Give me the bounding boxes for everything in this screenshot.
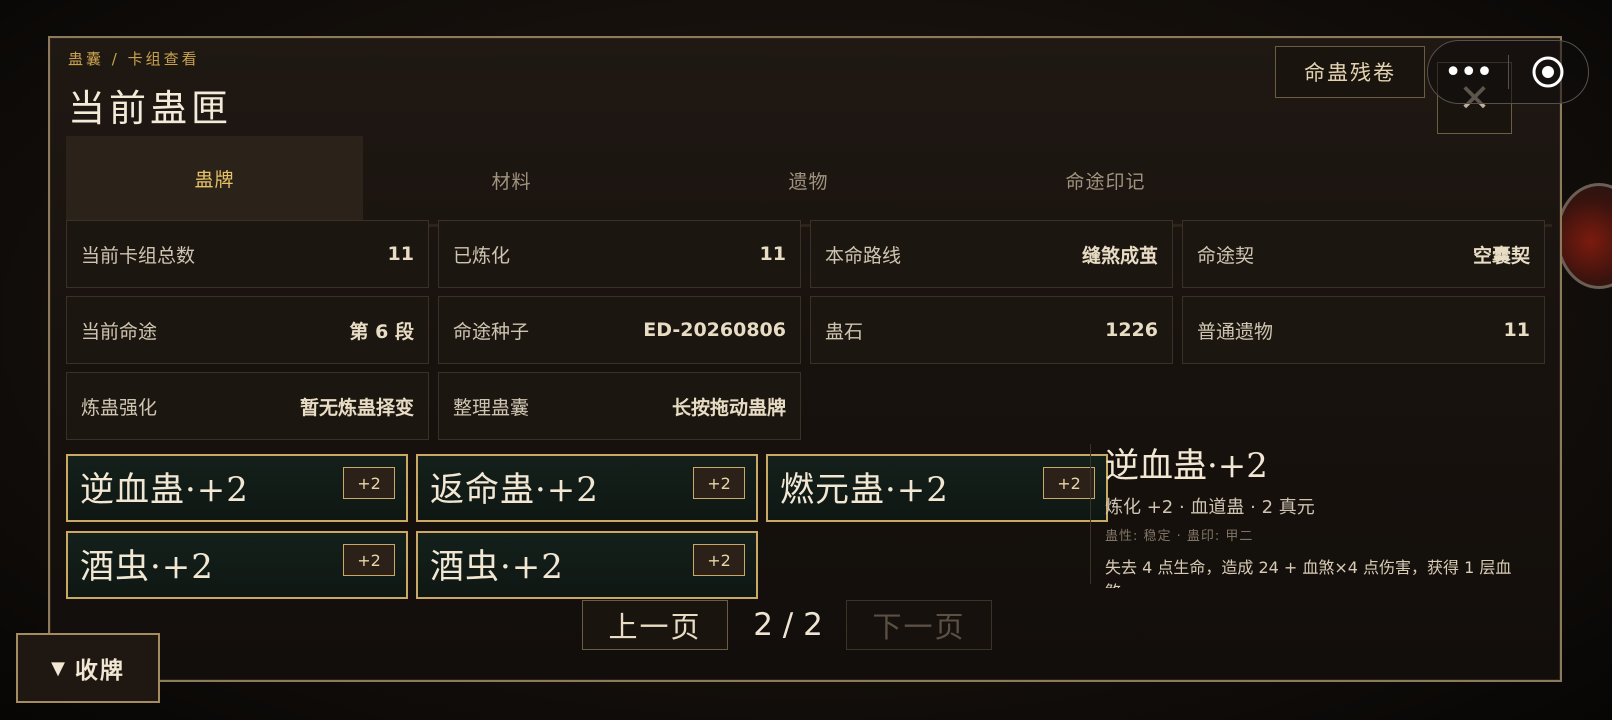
fold-cards-button[interactable]: ▼ 收牌 (16, 633, 160, 703)
scroll-button[interactable]: 命蛊残卷 (1275, 46, 1425, 98)
card-name: 酒虫·+2 (80, 547, 214, 587)
stat-label: 炼蛊强化 (81, 396, 158, 419)
stat-label: 当前卡组总数 (81, 244, 196, 267)
stat-gu-stone: 蛊石 1226 (810, 296, 1173, 364)
card-name: 燃元蛊·+2 (780, 470, 949, 510)
stat-label: 已炼化 (453, 244, 511, 267)
stat-value: 空囊契 (1472, 244, 1530, 267)
card-name: 酒虫·+2 (430, 547, 564, 587)
card-level-badge: +2 (693, 544, 745, 576)
card-item[interactable]: 返命蛊·+2 +2 (416, 454, 758, 522)
stat-deck-total: 当前卡组总数 11 (66, 220, 429, 288)
stat-value: 11 (387, 243, 414, 265)
stat-label: 整理蛊囊 (453, 396, 530, 419)
stat-organize: 整理蛊囊 长按拖动蛊牌 (438, 372, 801, 440)
stat-value: 长按拖动蛊牌 (671, 396, 786, 419)
stat-seed: 命途种子 ED-20260806 (438, 296, 801, 364)
stat-label: 蛊石 (825, 320, 864, 343)
stat-value: ED-20260806 (643, 319, 786, 341)
stat-current-stage: 当前命途 第 6 段 (66, 296, 429, 364)
card-item[interactable]: 酒虫·+2 +2 (416, 531, 758, 599)
stat-refine-upgrade: 炼蛊强化 暂无炼蛊择变 (66, 372, 429, 440)
stat-label: 本命路线 (825, 244, 902, 267)
next-page-button[interactable]: 下一页 (846, 600, 992, 650)
card-name: 返命蛊·+2 (430, 470, 599, 510)
stat-value: 11 (759, 243, 786, 265)
page-indicator: 2 / 2 (753, 607, 823, 643)
stat-label: 普通遗物 (1197, 320, 1274, 343)
stat-route: 本命路线 缝煞成茧 (810, 220, 1173, 288)
tab-materials[interactable]: 材料 (363, 136, 660, 224)
deck-panel: 蛊囊 / 卡组查看 当前蛊匣 命蛊残卷 ✕ 蛊牌 材料 遗物 命途印记 当前卡组… (48, 36, 1562, 682)
stat-contract: 命途契 空囊契 (1182, 220, 1545, 288)
card-item[interactable]: 燃元蛊·+2 +2 (766, 454, 1108, 522)
stat-label: 当前命途 (81, 320, 158, 343)
page-title: 当前蛊匣 (68, 87, 232, 130)
card-item[interactable]: 酒虫·+2 +2 (66, 531, 408, 599)
triangle-down-icon: ▼ (51, 657, 67, 679)
stat-value: 11 (1503, 319, 1530, 341)
tab-relics[interactable]: 遗物 (660, 136, 957, 224)
card-level-badge: +2 (1043, 467, 1095, 499)
detail-description: 失去 4 点生命，造成 24 + 血煞×4 点伤害，获得 1 层血煞。 (1105, 558, 1512, 588)
detail-properties: 蛊性: 稳定 · 蛊印: 甲二 (1105, 529, 1254, 544)
card-level-badge: +2 (343, 544, 395, 576)
stat-value: 第 6 段 (349, 320, 414, 343)
target-icon[interactable] (1509, 55, 1589, 89)
pager: 上一页 2 / 2 下一页 (582, 600, 992, 650)
stat-common-relics: 普通遗物 11 (1182, 296, 1545, 364)
tab-cards[interactable]: 蛊牌 (66, 136, 363, 224)
card-level-badge: +2 (343, 467, 395, 499)
more-icon[interactable]: ••• (1428, 55, 1508, 90)
card-detail: 逆血蛊·+2 炼化 +2 · 血道蛊 · 2 真元 蛊性: 稳定 · 蛊印: 甲… (1105, 438, 1525, 588)
tab-bar: 蛊牌 材料 遗物 命途印记 (66, 136, 1552, 227)
stat-label: 命途种子 (453, 320, 530, 343)
prev-page-button[interactable]: 上一页 (582, 600, 728, 650)
detail-name: 逆血蛊·+2 (1105, 446, 1268, 486)
breadcrumb: 蛊囊 / 卡组查看 (68, 50, 200, 68)
stat-refined: 已炼化 11 (438, 220, 801, 288)
tab-fate-marks[interactable]: 命途印记 (957, 136, 1254, 224)
stat-value: 暂无炼蛊择变 (299, 396, 414, 419)
detail-meta: 炼化 +2 · 血道蛊 · 2 真元 (1105, 497, 1315, 518)
stat-value: 1226 (1105, 319, 1158, 341)
stat-value: 缝煞成茧 (1081, 244, 1158, 267)
card-item[interactable]: 逆血蛊·+2 +2 (66, 454, 408, 522)
card-name: 逆血蛊·+2 (80, 470, 249, 510)
stat-label: 命途契 (1197, 244, 1255, 267)
detail-divider (1090, 444, 1091, 584)
menu-capsule: ••• (1427, 40, 1589, 104)
fold-label: 收牌 (74, 658, 125, 684)
card-level-badge: +2 (693, 467, 745, 499)
